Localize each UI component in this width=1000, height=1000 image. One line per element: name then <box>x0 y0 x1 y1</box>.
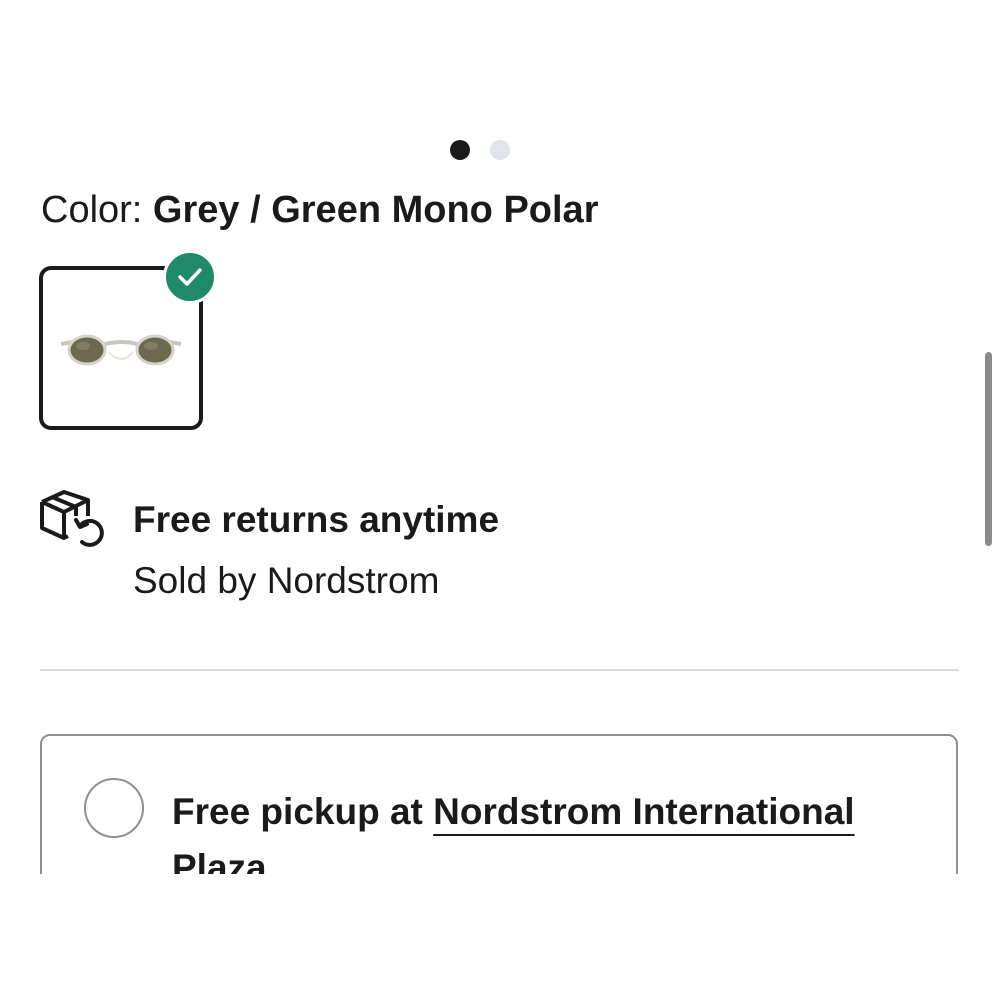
carousel-dot-2[interactable] <box>490 140 510 160</box>
image-carousel-dots <box>450 140 510 160</box>
seller-info: Sold by Nordstrom <box>133 560 440 601</box>
pickup-radio-button[interactable] <box>84 778 144 838</box>
selected-color-line: Color: Grey / Green Mono Polar <box>41 186 598 234</box>
product-detail-page: Color: Grey / Green Mono Polar Free retu… <box>0 0 1000 1000</box>
color-value: Grey / Green Mono Polar <box>152 189 599 231</box>
color-label: Color: <box>41 189 153 231</box>
scrollbar-thumb[interactable] <box>985 352 992 546</box>
carousel-dot-1[interactable] <box>450 140 470 160</box>
selected-check-badge <box>163 250 217 304</box>
section-divider <box>40 669 959 671</box>
viewport-bottom <box>0 874 1000 1000</box>
pickup-prefix: Free pickup at <box>172 791 434 832</box>
box-return-icon <box>40 490 104 547</box>
checkmark-icon <box>178 268 202 286</box>
returns-title: Free returns anytime <box>133 499 500 540</box>
